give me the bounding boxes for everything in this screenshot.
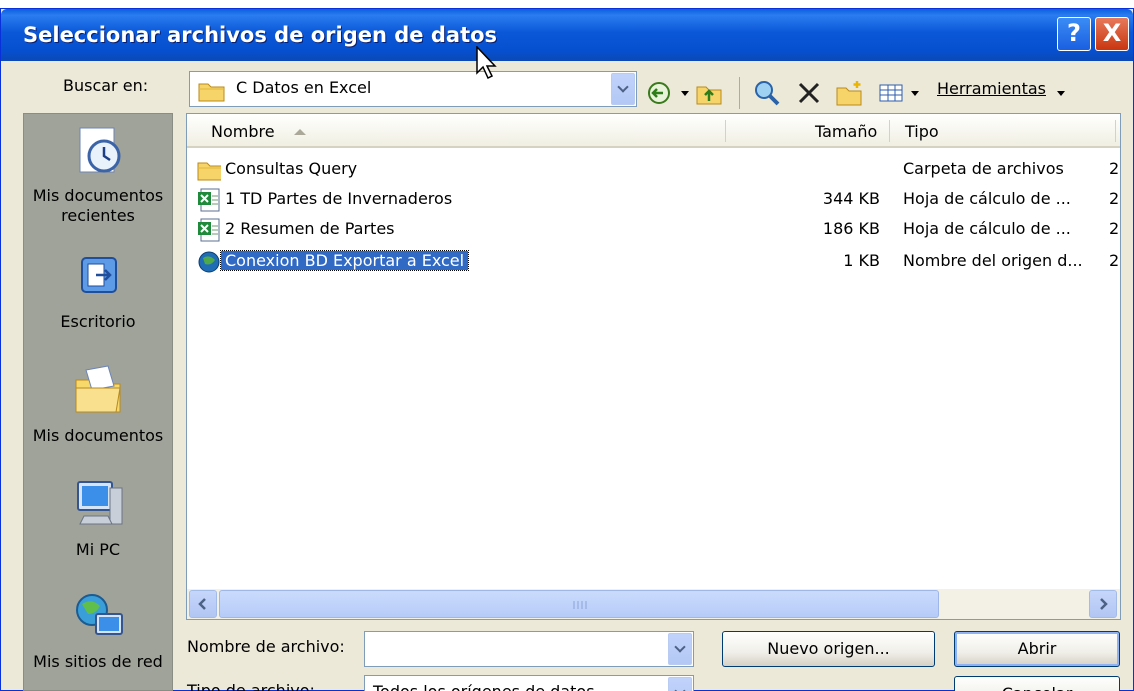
tools-dropdown-icon[interactable] bbox=[1057, 91, 1065, 96]
filename-label: Nombre de archivo: bbox=[187, 637, 345, 656]
file-name: Conexion BD Exportar a Excel bbox=[219, 250, 470, 271]
lookin-dropdown[interactable]: C Datos en Excel bbox=[189, 71, 637, 107]
scroll-right-button[interactable] bbox=[1089, 590, 1117, 618]
file-date: 2 bbox=[1109, 159, 1120, 178]
views-icon[interactable] bbox=[877, 79, 905, 107]
file-size: 186 KB bbox=[822, 219, 880, 238]
list-item[interactable]: 1 TD Partes de Invernaderos 344 KB Hoja … bbox=[187, 186, 1120, 214]
views-dropdown-icon[interactable] bbox=[911, 91, 919, 96]
desktop-icon bbox=[81, 257, 117, 293]
file-date: 2 bbox=[1109, 189, 1120, 208]
lookin-value: C Datos en Excel bbox=[236, 78, 372, 97]
cancel-button[interactable]: Cancelar bbox=[954, 676, 1120, 691]
column-size[interactable]: Tamaño bbox=[815, 122, 877, 141]
list-item[interactable]: Consultas Query Carpeta de archivos 2 bbox=[187, 156, 1120, 184]
column-divider[interactable] bbox=[1115, 120, 1116, 142]
scroll-thumb[interactable] bbox=[219, 590, 939, 618]
back-icon[interactable] bbox=[645, 79, 673, 107]
new-source-button[interactable]: Nuevo origen... bbox=[722, 631, 935, 667]
file-date: 2 bbox=[1109, 251, 1120, 270]
list-item[interactable]: 2 Resumen de Partes 186 KB Hoja de cálcu… bbox=[187, 216, 1120, 244]
column-type[interactable]: Tipo bbox=[905, 122, 939, 141]
tools-menu[interactable]: Herramientas bbox=[937, 79, 1046, 98]
up-folder-icon[interactable] bbox=[695, 79, 723, 107]
back-dropdown-icon[interactable] bbox=[681, 91, 689, 96]
filename-input[interactable] bbox=[364, 631, 694, 667]
dialog-title: Seleccionar archivos de origen de datos bbox=[23, 23, 498, 47]
place-label: Mis sitios de red bbox=[33, 652, 163, 671]
column-name[interactable]: Nombre bbox=[211, 122, 275, 141]
horizontal-scrollbar[interactable] bbox=[187, 589, 1120, 619]
close-button[interactable]: X bbox=[1095, 17, 1129, 51]
place-label: Mis documentos recientes bbox=[32, 186, 164, 225]
file-name: 2 Resumen de Partes bbox=[225, 219, 395, 238]
chevron-down-icon[interactable] bbox=[668, 677, 692, 691]
excel-file-icon bbox=[198, 218, 220, 242]
file-type: Hoja de cálculo de ... bbox=[903, 219, 1071, 238]
column-divider[interactable] bbox=[725, 120, 726, 142]
my-documents-icon bbox=[75, 365, 121, 413]
scroll-left-button[interactable] bbox=[189, 590, 217, 618]
places-bar: Mis documentos recientes Escritorio Mis … bbox=[23, 113, 173, 691]
cursor-icon bbox=[476, 46, 497, 80]
file-name: 1 TD Partes de Invernaderos bbox=[225, 189, 453, 208]
folder-icon bbox=[198, 83, 225, 102]
file-date: 2 bbox=[1109, 219, 1120, 238]
search-web-icon[interactable] bbox=[753, 79, 781, 107]
toolbar-separator bbox=[739, 77, 740, 109]
delete-icon[interactable] bbox=[795, 79, 823, 107]
chevron-right-icon bbox=[1100, 598, 1108, 610]
data-source-icon bbox=[198, 251, 220, 273]
file-type: Carpeta de archivos bbox=[903, 159, 1064, 178]
chevron-down-icon[interactable] bbox=[611, 73, 635, 105]
filetype-value: Todos los orígenes de datos bbox=[373, 682, 595, 691]
file-size: 344 KB bbox=[822, 189, 880, 208]
file-name: Consultas Query bbox=[225, 159, 358, 178]
file-type: Nombre del origen d... bbox=[903, 251, 1083, 270]
dialog-window: Seleccionar archivos de origen de datos … bbox=[0, 8, 1134, 691]
place-label: Mi PC bbox=[75, 540, 121, 559]
list-header: Nombre Tamaño Tipo bbox=[187, 114, 1120, 148]
folder-icon bbox=[197, 162, 221, 181]
network-places-icon bbox=[76, 594, 123, 635]
place-label: Escritorio bbox=[60, 312, 136, 331]
file-type: Hoja de cálculo de ... bbox=[903, 189, 1071, 208]
list-item-selected[interactable]: Conexion BD Exportar a Excel 1 KB Nombre… bbox=[187, 248, 1120, 276]
filetype-dropdown[interactable]: Todos los orígenes de datos bbox=[364, 675, 694, 691]
place-label: Mis documentos bbox=[32, 426, 164, 445]
help-button[interactable]: ? bbox=[1057, 17, 1091, 51]
filetype-label: Tipo de archivo: bbox=[187, 681, 315, 691]
open-button[interactable]: Abrir bbox=[954, 631, 1120, 667]
file-size: 1 KB bbox=[843, 251, 880, 270]
recent-documents-icon bbox=[79, 127, 121, 173]
chevron-down-icon[interactable] bbox=[668, 633, 692, 665]
lookin-label: Buscar en: bbox=[63, 76, 149, 95]
my-computer-icon bbox=[77, 481, 123, 525]
chevron-left-icon bbox=[198, 598, 206, 610]
new-folder-icon[interactable] bbox=[835, 79, 863, 107]
column-divider[interactable] bbox=[889, 120, 890, 142]
excel-file-icon bbox=[198, 188, 220, 212]
file-list[interactable]: Nombre Tamaño Tipo Consultas Query Carpe… bbox=[186, 113, 1121, 620]
sort-ascending-icon bbox=[294, 129, 306, 135]
title-bar[interactable]: Seleccionar archivos de origen de datos … bbox=[1, 9, 1133, 61]
grip-icon bbox=[573, 601, 587, 609]
